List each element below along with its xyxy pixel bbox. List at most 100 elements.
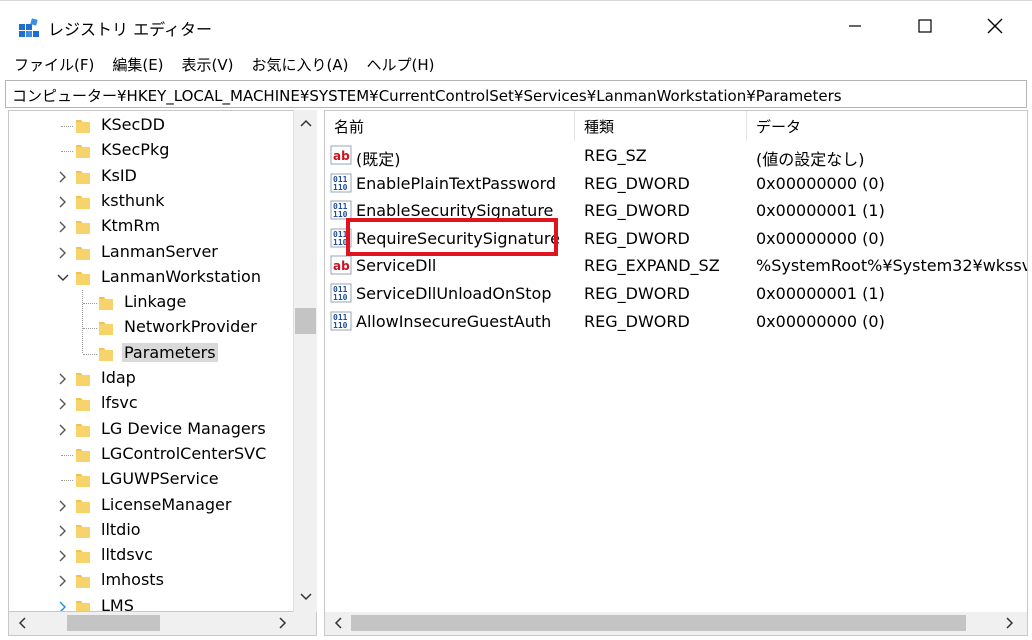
scroll-right-button[interactable] bbox=[999, 612, 1021, 634]
column-header-data[interactable]: データ bbox=[747, 111, 1027, 141]
tree-item-label: Linkage bbox=[124, 292, 187, 312]
folder-icon bbox=[75, 395, 91, 412]
column-header-type[interactable]: 種類 bbox=[575, 111, 747, 141]
value-data: 0x00000001 (1) bbox=[756, 201, 885, 221]
value-row[interactable]: ab ServiceDll REG_EXPAND_SZ %SystemRoot%¥Sy… bbox=[325, 252, 1027, 279]
tree-item[interactable]: ksthunk bbox=[9, 189, 299, 214]
vertical-scroll-thumb[interactable] bbox=[295, 308, 316, 334]
tree-item[interactable]: KsID bbox=[9, 164, 299, 189]
chevron-right-icon bbox=[59, 550, 66, 562]
tree-item[interactable]: LicenseManager bbox=[9, 493, 299, 518]
folder-icon bbox=[75, 572, 91, 589]
tree-item-label: LGUWPService bbox=[101, 469, 219, 489]
value-type: REG_EXPAND_SZ bbox=[584, 256, 720, 276]
menu-help[interactable]: ヘルプ(H) bbox=[366, 54, 434, 75]
tree-item[interactable]: Parameters bbox=[9, 341, 299, 366]
expand-toggle[interactable] bbox=[57, 247, 69, 259]
value-row[interactable]: 011 110 ServiceDllUnloadOnStop REG_DWORD 0x0… bbox=[325, 280, 1027, 307]
expand-toggle[interactable] bbox=[57, 221, 69, 233]
tree-item[interactable]: LGUWPService bbox=[9, 467, 299, 492]
close-button[interactable] bbox=[962, 1, 1028, 51]
horizontal-scroll-thumb[interactable] bbox=[67, 615, 160, 631]
chevron-right-icon bbox=[59, 601, 66, 611]
scroll-left-button[interactable] bbox=[327, 612, 349, 634]
value-name: EnableSecuritySignature bbox=[356, 201, 554, 221]
list-horizontal-scrollbar[interactable] bbox=[324, 612, 1028, 636]
folder-icon bbox=[98, 345, 114, 362]
address-bar[interactable]: コンピューター¥HKEY_LOCAL_MACHINE¥SYSTEM¥Curren… bbox=[5, 80, 1027, 108]
tree-item[interactable]: LG Device Managers bbox=[9, 417, 299, 442]
string-value-icon: ab bbox=[330, 145, 352, 165]
value-type: REG_DWORD bbox=[584, 311, 690, 331]
value-row[interactable]: 011 110 EnablePlainTextPassword REG_DWORD 0x… bbox=[325, 170, 1027, 197]
value-name: (既定) bbox=[356, 150, 401, 169]
scroll-up-button[interactable] bbox=[294, 112, 317, 134]
chevron-right-icon bbox=[59, 500, 66, 511]
column-header-name[interactable]: 名前 bbox=[325, 111, 575, 141]
folder-icon bbox=[75, 218, 91, 235]
value-row[interactable]: 011 110 EnableSecuritySignature REG_DWORD 0x… bbox=[325, 197, 1027, 224]
tree-item[interactable]: lfsvc bbox=[9, 391, 299, 416]
tree-item[interactable]: LGControlCenterSVC bbox=[9, 442, 299, 467]
menu-edit[interactable]: 編集(E) bbox=[112, 54, 163, 75]
tree-item[interactable]: LMS bbox=[9, 594, 299, 612]
tree-item-label: LMS bbox=[101, 595, 134, 612]
tree-item[interactable]: KSecPkg bbox=[9, 138, 299, 163]
svg-text:110: 110 bbox=[333, 238, 348, 247]
expand-toggle[interactable] bbox=[57, 424, 69, 436]
tree-horizontal-scrollbar[interactable] bbox=[8, 612, 317, 636]
minimize-button[interactable] bbox=[822, 1, 888, 51]
value-row[interactable]: 011 110 RequireSecuritySignature REG_DWORD 0… bbox=[325, 225, 1027, 252]
svg-text:110: 110 bbox=[333, 210, 348, 219]
scroll-right-button[interactable] bbox=[272, 612, 294, 634]
tree-item[interactable]: LanmanServer bbox=[9, 240, 299, 265]
chevron-right-icon bbox=[59, 221, 66, 233]
expand-toggle[interactable] bbox=[57, 601, 69, 611]
value-row[interactable]: ab (既定) REG_SZ (値の設定なし) bbox=[325, 142, 1027, 169]
tree-item[interactable]: KSecDD bbox=[9, 113, 299, 138]
tree-item[interactable]: KtmRm bbox=[9, 214, 299, 239]
chevron-right-icon bbox=[1006, 617, 1014, 629]
svg-text:110: 110 bbox=[333, 183, 348, 192]
folder-icon bbox=[75, 497, 91, 514]
menu-file[interactable]: ファイル(F) bbox=[14, 54, 94, 75]
string-value-icon: ab bbox=[330, 255, 352, 275]
tree-item[interactable]: Linkage bbox=[9, 290, 299, 315]
expand-toggle[interactable] bbox=[57, 373, 69, 385]
title-bar: レジストリ エディター bbox=[0, 0, 1032, 50]
tree-item-label: lfsvc bbox=[101, 393, 138, 413]
value-type: REG_DWORD bbox=[584, 228, 690, 248]
tree-item[interactable]: lltdsvc bbox=[9, 543, 299, 568]
expand-toggle[interactable] bbox=[57, 550, 69, 562]
svg-text:110: 110 bbox=[333, 321, 348, 330]
scroll-left-button[interactable] bbox=[11, 612, 33, 634]
tree-connector-line bbox=[61, 126, 73, 127]
expand-toggle[interactable] bbox=[57, 171, 69, 183]
expand-toggle[interactable] bbox=[57, 575, 69, 587]
tree-item[interactable]: NetworkProvider bbox=[9, 315, 299, 340]
tree-item-label: LanmanServer bbox=[101, 241, 218, 261]
tree-vertical-scrollbar[interactable] bbox=[293, 110, 317, 612]
maximize-button[interactable] bbox=[892, 1, 958, 51]
expand-toggle[interactable] bbox=[57, 196, 69, 208]
tree-item-label: KSecPkg bbox=[101, 140, 170, 160]
folder-icon bbox=[98, 294, 114, 311]
expand-toggle[interactable] bbox=[57, 525, 69, 537]
collapse-toggle[interactable] bbox=[57, 272, 69, 284]
tree-item[interactable]: lltdio bbox=[9, 518, 299, 543]
scroll-down-button[interactable] bbox=[294, 586, 317, 608]
tree-item[interactable]: LanmanWorkstation bbox=[9, 265, 299, 290]
close-icon bbox=[987, 18, 1003, 34]
tree-connector-line bbox=[83, 328, 97, 330]
menu-favorites[interactable]: お気に入り(A) bbox=[252, 54, 349, 75]
tree-item[interactable]: Idap bbox=[9, 366, 299, 391]
key-tree-pane[interactable]: KSecDD KSecPkg KsID ksthunk KtmRm LanmanServe… bbox=[8, 110, 317, 612]
expand-toggle[interactable] bbox=[57, 398, 69, 410]
tree-item-label: KsID bbox=[101, 165, 137, 185]
expand-toggle[interactable] bbox=[57, 500, 69, 512]
value-row[interactable]: 011 110 AllowInsecureGuestAuth REG_DWORD 0x0… bbox=[325, 308, 1027, 335]
tree-item[interactable]: lmhosts bbox=[9, 568, 299, 593]
horizontal-scroll-thumb[interactable] bbox=[351, 615, 966, 631]
values-list-pane[interactable]: 名前 種類 データ ab (既定) REG_SZ (値の設定なし) 011 110 Enab… bbox=[324, 110, 1028, 612]
menu-view[interactable]: 表示(V) bbox=[182, 54, 234, 75]
